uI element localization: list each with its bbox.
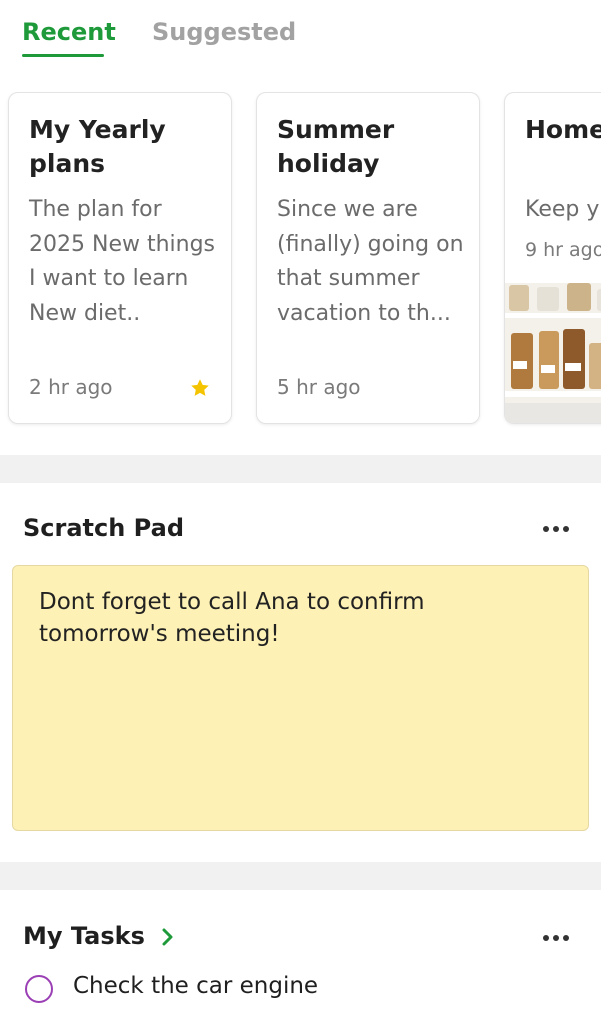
- scratch-pad-note[interactable]: Dont forget to call Ana to confirm tomor…: [12, 565, 589, 831]
- tab-recent[interactable]: Recent: [22, 18, 116, 46]
- note-card-preview: The plan for 2025 New things I want to l…: [29, 197, 216, 326]
- active-tab-indicator: [22, 54, 104, 57]
- note-card-time: 2 hr ago: [29, 375, 113, 399]
- section-divider: [0, 862, 601, 890]
- note-card-title: Summer holiday: [277, 115, 395, 178]
- note-card-time: 5 hr ago: [277, 375, 361, 399]
- task-label: Check the car engine: [73, 973, 319, 999]
- pantry-jars-image: [505, 283, 601, 423]
- note-card[interactable]: My Yearly plans The plan for 2025 New th…: [8, 92, 232, 424]
- note-card-title: Home Check: [525, 115, 601, 144]
- task-checkbox[interactable]: [25, 975, 53, 1003]
- note-card[interactable]: Home Check Keep y 9 hr ago: [504, 92, 601, 424]
- note-card-preview: Since we are (finally) going on that sum…: [277, 197, 464, 326]
- my-tasks-more-icon[interactable]: [543, 928, 573, 948]
- scratch-pad-text[interactable]: Dont forget to call Ana to confirm tomor…: [39, 586, 559, 650]
- scratch-pad-title: Scratch Pad: [23, 514, 185, 542]
- scratch-pad-more-icon[interactable]: [543, 519, 573, 539]
- note-card-title: My Yearly plans: [29, 115, 166, 178]
- section-divider: [0, 455, 601, 483]
- my-tasks-title[interactable]: My Tasks: [23, 922, 145, 950]
- chevron-right-icon[interactable]: [161, 925, 175, 949]
- note-card-preview: Keep y: [525, 197, 600, 222]
- tab-bar: Recent Suggested: [0, 0, 601, 64]
- note-card-time: 9 hr ago: [525, 239, 601, 261]
- star-icon[interactable]: [189, 377, 211, 399]
- recent-cards-carousel[interactable]: My Yearly plans The plan for 2025 New th…: [0, 92, 601, 428]
- note-card[interactable]: Summer holiday Since we are (finally) go…: [256, 92, 480, 424]
- tab-suggested[interactable]: Suggested: [152, 18, 296, 46]
